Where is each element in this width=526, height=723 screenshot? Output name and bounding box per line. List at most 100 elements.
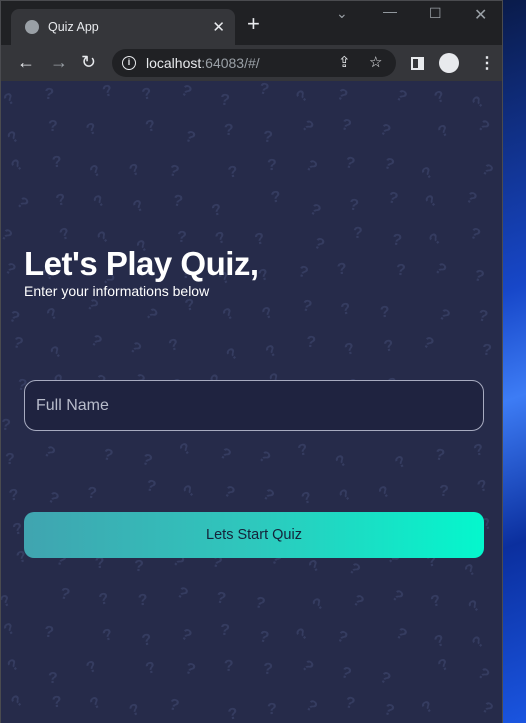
question-mark-decoration: ? [386, 189, 400, 208]
question-mark-decoration: ? [426, 230, 446, 250]
close-window-button[interactable]: ✕ [474, 5, 487, 25]
question-mark-decoration: ? [379, 303, 391, 322]
question-mark-decoration: ? [395, 261, 407, 280]
question-mark-decoration: ? [392, 452, 409, 473]
question-mark-decoration: ? [306, 200, 324, 221]
question-mark-decoration: ? [140, 631, 154, 650]
new-tab-button[interactable]: + [247, 13, 260, 35]
reload-icon[interactable]: ↻ [81, 52, 96, 73]
question-mark-decoration: ? [381, 700, 397, 721]
question-mark-decoration: ? [257, 81, 271, 99]
question-mark-decoration: ? [382, 337, 396, 356]
question-mark-decoration: ? [1, 259, 19, 280]
question-mark-decoration: ? [474, 116, 493, 137]
maximize-button[interactable]: ☐ [429, 5, 442, 22]
question-mark-decoration: ? [12, 193, 32, 214]
question-mark-decoration: ? [432, 631, 448, 652]
start-quiz-label: Lets Start Quiz [206, 527, 302, 543]
back-icon[interactable]: ← [17, 52, 35, 73]
question-mark-decoration: ? [223, 344, 242, 365]
question-mark-decoration: ? [266, 156, 277, 175]
question-mark-decoration: ? [126, 160, 143, 181]
question-mark-decoration: ? [183, 296, 196, 315]
question-mark-decoration: ? [381, 154, 397, 175]
question-mark-decoration: ? [343, 154, 357, 173]
question-mark-decoration: ? [86, 484, 98, 503]
question-mark-decoration: ? [435, 655, 452, 676]
start-quiz-button[interactable]: Lets Start Quiz [24, 512, 484, 558]
question-mark-decoration: ? [44, 488, 62, 509]
question-mark-decoration: ? [220, 482, 238, 503]
question-mark-decoration: ? [469, 633, 488, 653]
profile-icon[interactable] [439, 53, 459, 73]
question-mark-decoration: ? [252, 593, 268, 614]
full-name-input[interactable]: Full Name [24, 380, 484, 431]
question-mark-decoration: ? [388, 586, 407, 607]
side-panel-icon[interactable] [411, 57, 424, 70]
question-mark-decoration: ? [433, 446, 447, 465]
question-mark-decoration: ? [1, 225, 16, 246]
question-mark-decoration: ? [334, 627, 351, 648]
question-mark-decoration: ? [11, 520, 25, 539]
question-mark-decoration: ? [83, 657, 100, 678]
question-mark-decoration: ? [259, 303, 276, 324]
bookmark-star-icon[interactable]: ☆ [369, 53, 382, 71]
question-mark-decoration: ? [182, 127, 198, 148]
question-mark-decoration: ? [392, 624, 410, 645]
question-mark-decoration: ? [57, 224, 73, 245]
question-mark-decoration: ? [256, 265, 272, 286]
question-mark-decoration: ? [8, 156, 27, 176]
question-mark-decoration: ? [259, 485, 278, 506]
tab-quiz-app[interactable]: Quiz App ✕ [11, 9, 235, 45]
question-mark-decoration: ? [471, 441, 486, 460]
question-mark-decoration: ? [48, 670, 58, 687]
question-mark-decoration: ? [214, 589, 228, 608]
question-mark-decoration: ? [83, 119, 100, 140]
question-mark-decoration: ? [101, 446, 115, 465]
question-mark-decoration: ? [469, 93, 488, 113]
full-name-placeholder: Full Name [36, 396, 109, 414]
tab-search-icon[interactable]: ⌄ [336, 5, 348, 22]
question-mark-decoration: ? [7, 486, 20, 505]
question-mark-decoration: ? [263, 341, 281, 362]
question-mark-decoration: ? [180, 481, 199, 502]
question-mark-decoration: ? [342, 339, 357, 360]
question-mark-decoration: ? [343, 694, 357, 713]
question-mark-decoration: ? [435, 305, 453, 326]
question-mark-decoration: ? [4, 127, 23, 148]
minimize-button[interactable]: — [383, 3, 397, 19]
question-mark-decoration: ? [257, 628, 271, 647]
question-mark-decoration: ? [352, 224, 363, 243]
toolbar: ← → ↻ i localhost:64083/#/ ⇪ ☆ ⋮ [1, 45, 502, 81]
question-mark-decoration: ? [1, 89, 19, 110]
question-mark-decoration: ? [226, 163, 239, 182]
question-mark-decoration: ? [166, 336, 181, 355]
question-mark-decoration: ? [300, 297, 314, 316]
close-tab-icon[interactable]: ✕ [212, 18, 225, 36]
question-mark-decoration: ? [1, 416, 12, 435]
question-mark-decoration: ? [1, 591, 14, 612]
question-mark-decoration: ? [336, 485, 355, 506]
question-mark-decoration: ? [478, 698, 496, 719]
forward-icon[interactable]: → [50, 52, 68, 73]
question-mark-decoration: ? [302, 156, 321, 177]
menu-icon[interactable]: ⋮ [479, 53, 495, 73]
address-bar[interactable]: i localhost:64083/#/ ⇪ ☆ [112, 49, 396, 77]
question-mark-decoration: ? [428, 592, 443, 611]
question-mark-decoration: ? [126, 338, 145, 359]
question-mark-decoration: ? [462, 188, 480, 209]
url-host: localhost [146, 55, 202, 71]
question-mark-decoration: ? [143, 117, 158, 137]
info-icon[interactable]: i [122, 56, 136, 70]
question-mark-decoration: ? [431, 259, 450, 280]
share-icon[interactable]: ⇪ [338, 53, 351, 71]
question-mark-decoration: ? [254, 447, 274, 468]
question-mark-decoration: ? [293, 625, 312, 645]
question-mark-decoration: ? [467, 224, 483, 245]
question-mark-decoration: ? [348, 196, 360, 215]
question-mark-decoration: ? [418, 163, 437, 184]
question-mark-decoration: ? [173, 583, 191, 604]
question-mark-decoration: ? [130, 196, 147, 217]
question-mark-decoration: ? [87, 161, 105, 182]
question-mark-decoration: ? [266, 700, 277, 719]
